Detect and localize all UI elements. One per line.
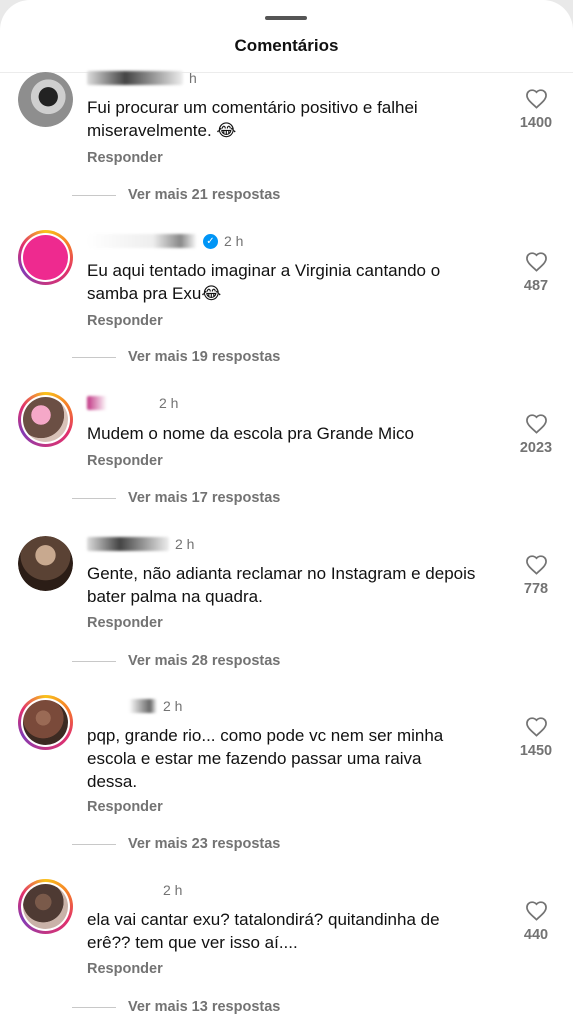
like-count: 440 bbox=[523, 927, 549, 943]
heart-icon bbox=[525, 252, 547, 272]
comment-item: 2 h pqp, grande rio... como pode vc nem … bbox=[0, 695, 573, 858]
view-more-replies[interactable]: Ver mais 17 respostas bbox=[72, 490, 280, 506]
reply-button[interactable]: Responder bbox=[87, 453, 163, 469]
comment-meta: 2 h bbox=[87, 698, 182, 714]
comment-text: Gente, não adianta reclamar no Instagram… bbox=[87, 564, 476, 606]
reply-button[interactable]: Responder bbox=[87, 150, 163, 166]
reply-button[interactable]: Responder bbox=[87, 799, 163, 815]
avatar[interactable] bbox=[18, 695, 73, 750]
comment-text: pqp, grande rio... como pode vc nem ser … bbox=[87, 726, 444, 791]
divider-line bbox=[72, 194, 116, 196]
heart-icon bbox=[525, 717, 547, 737]
comment-text: Mudem o nome da escola pra Grande Mico bbox=[87, 424, 414, 443]
comment-time: 2 h bbox=[163, 882, 183, 898]
comment-time: 2 h bbox=[224, 233, 244, 249]
like-button[interactable]: 440 bbox=[510, 900, 562, 943]
username-redacted[interactable] bbox=[87, 537, 169, 551]
avatar[interactable] bbox=[18, 392, 73, 447]
comment-meta: 2 h bbox=[87, 395, 178, 411]
comment-time: 2 h bbox=[175, 536, 195, 552]
divider-line bbox=[72, 843, 116, 845]
comment-item: ✓ 2 h Eu aqui tentado imaginar a Virgini… bbox=[0, 230, 573, 393]
like-count: 1450 bbox=[519, 743, 553, 759]
username-redacted[interactable] bbox=[87, 234, 197, 248]
heart-icon bbox=[525, 89, 547, 109]
comment-time: 2 h bbox=[159, 395, 179, 411]
comment-text: Eu aqui tentado imaginar a Virginia cant… bbox=[87, 261, 441, 303]
divider-line bbox=[72, 660, 116, 662]
view-more-replies[interactable]: Ver mais 19 respostas bbox=[72, 349, 280, 365]
like-count: 2023 bbox=[519, 440, 553, 456]
reply-button[interactable]: Responder bbox=[87, 961, 163, 977]
view-more-label: Ver mais 19 respostas bbox=[128, 349, 281, 365]
divider-line bbox=[72, 356, 116, 358]
avatar[interactable] bbox=[18, 536, 73, 591]
verified-badge-icon: ✓ bbox=[203, 233, 218, 249]
view-more-replies[interactable]: Ver mais 28 respostas bbox=[72, 653, 280, 669]
view-more-replies[interactable]: Ver mais 21 respostas bbox=[72, 187, 280, 203]
like-count: 1400 bbox=[519, 115, 553, 131]
avatar[interactable] bbox=[18, 879, 73, 934]
username-redacted[interactable] bbox=[87, 883, 157, 897]
avatar[interactable] bbox=[18, 230, 73, 285]
view-more-replies[interactable]: Ver mais 13 respostas bbox=[72, 999, 280, 1015]
comment-item: 2 h Mudem o nome da escola pra Grande Mi… bbox=[0, 392, 573, 555]
like-button[interactable]: 1400 bbox=[510, 88, 562, 131]
comment-item: 2 h Gente, não adianta reclamar no Insta… bbox=[0, 536, 573, 696]
comment-item: 2 h ela vai cantar exu? tatalondirá? qui… bbox=[0, 879, 573, 1024]
comment-text: ela vai cantar exu? tatalondirá? quitand… bbox=[87, 910, 440, 952]
username-redacted[interactable] bbox=[87, 396, 153, 410]
username-redacted[interactable] bbox=[87, 71, 183, 85]
reply-button[interactable]: Responder bbox=[87, 313, 163, 329]
view-more-label: Ver mais 13 respostas bbox=[128, 999, 281, 1015]
view-more-label: Ver mais 21 respostas bbox=[128, 187, 281, 203]
heart-icon bbox=[525, 555, 547, 575]
heart-icon bbox=[525, 901, 547, 921]
avatar[interactable] bbox=[18, 72, 73, 127]
comment-time: 2 h bbox=[163, 698, 183, 714]
comment-list: h Fui procurar um comentário positivo e … bbox=[0, 0, 573, 1024]
view-more-label: Ver mais 17 respostas bbox=[128, 490, 281, 506]
comment-meta: 2 h bbox=[87, 536, 194, 552]
username-redacted[interactable] bbox=[87, 699, 157, 713]
heart-icon bbox=[525, 414, 547, 434]
divider-line bbox=[72, 1006, 116, 1008]
comment-meta: 2 h bbox=[87, 882, 182, 898]
view-more-label: Ver mais 28 respostas bbox=[128, 653, 281, 669]
like-button[interactable]: 2023 bbox=[510, 413, 562, 456]
comments-sheet: Comentários h Fui procurar um comentário… bbox=[0, 0, 573, 1024]
comment-meta: h bbox=[87, 70, 197, 86]
like-count: 487 bbox=[523, 278, 549, 294]
comment-text: Fui procurar um comentário positivo e fa… bbox=[87, 98, 418, 140]
like-count: 778 bbox=[523, 581, 549, 597]
comment-meta: ✓ 2 h bbox=[87, 233, 243, 249]
comment-item: h Fui procurar um comentário positivo e … bbox=[0, 70, 573, 230]
comment-time: h bbox=[189, 70, 197, 86]
view-more-replies[interactable]: Ver mais 23 respostas bbox=[72, 836, 280, 852]
like-button[interactable]: 1450 bbox=[510, 716, 562, 759]
view-more-label: Ver mais 23 respostas bbox=[128, 836, 281, 852]
like-button[interactable]: 778 bbox=[510, 554, 562, 597]
divider-line bbox=[72, 497, 116, 499]
like-button[interactable]: 487 bbox=[510, 251, 562, 294]
reply-button[interactable]: Responder bbox=[87, 615, 163, 631]
